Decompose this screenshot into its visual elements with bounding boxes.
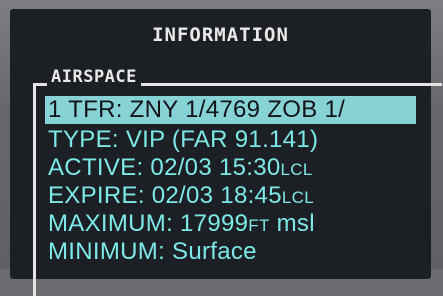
active-row: ACTIVE: 02/03 15:30LCL (48, 154, 313, 184)
expire-row: EXPIRE: 02/03 18:45LCL (48, 182, 314, 212)
maximum-suffix: msl (269, 210, 315, 237)
maximum-row: MAXIMUM: 17999FT msl (48, 210, 315, 240)
active-unit: LCL (280, 160, 313, 179)
page-title: INFORMATION (152, 24, 289, 46)
airspace-group-label: AIRSPACE (47, 67, 141, 87)
expire-unit: LCL (281, 188, 314, 207)
tfr-selector[interactable]: 1 TFR: ZNY 1/4769 ZOB 1/ (45, 96, 416, 124)
minimum-row: MINIMUM: Surface (48, 238, 257, 265)
active-value: ACTIVE: 02/03 15:30 (48, 154, 281, 181)
expire-value: EXPIRE: 02/03 18:45 (48, 182, 282, 209)
maximum-value: MAXIMUM: 17999 (48, 210, 249, 237)
display-screen: INFORMATION AIRSPACE 1 TFR: ZNY 1/4769 Z… (10, 9, 442, 296)
maximum-unit: FT (248, 216, 270, 235)
type-row: TYPE: VIP (FAR 91.141) (48, 126, 319, 153)
